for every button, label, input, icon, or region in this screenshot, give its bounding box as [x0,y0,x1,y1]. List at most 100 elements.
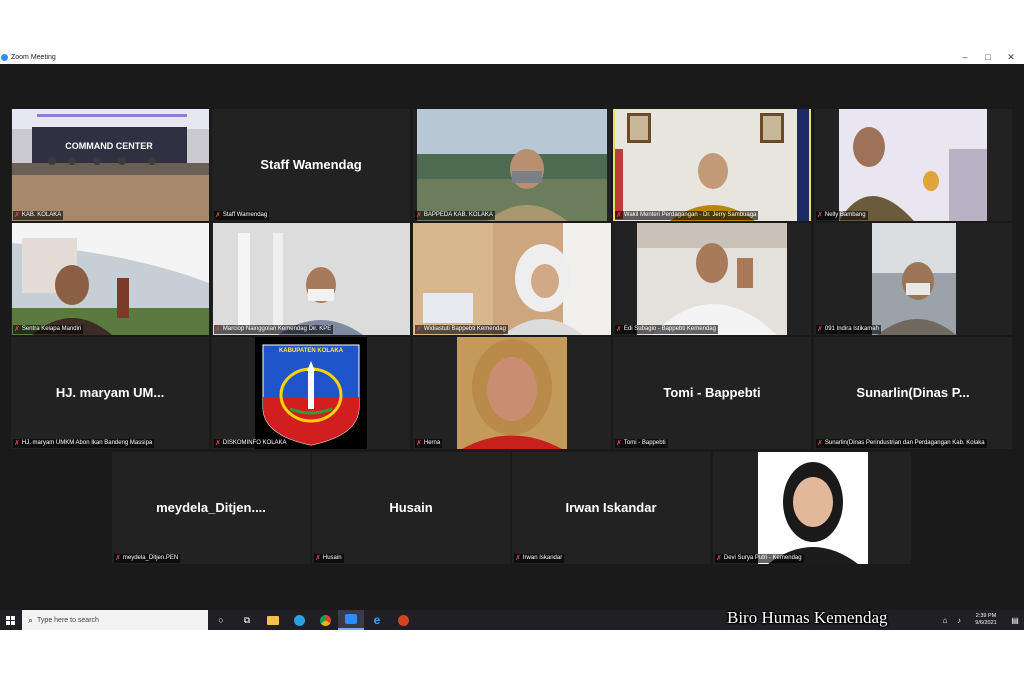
participant-tile[interactable]: KABUPATEN KOLAKA ✗ DISKOMINFO KOLAKA [212,337,410,449]
mic-muted-icon: ✗ [616,440,622,447]
video-feed-person [457,337,567,449]
mic-muted-icon: ✗ [14,440,20,447]
mic-muted-icon: ✗ [716,555,722,562]
participant-display-name: Sunarlin(Dinas P... [856,385,970,400]
participant-tile[interactable]: ✗ BAPPEDA KAB. KOLAKA [413,109,611,221]
kolaka-emblem: KABUPATEN KOLAKA [255,337,367,449]
search-placeholder: Type here to search [37,616,99,624]
participant-tile[interactable]: ✗ Sentra Kelapa Mandiri [11,223,209,335]
participant-display-name: Tomi - Bappebti [663,385,761,400]
task-view-icon[interactable]: ⧉ [234,610,260,630]
participant-name-label: ✗ Edi Subagio - Bappebti Kemendag [615,325,718,334]
participant-tile[interactable]: ✗ Herna [413,337,611,449]
participant-tile[interactable]: COMMAND CENTER ✗ KAB. KOLAKA [11,109,209,221]
mic-muted-icon: ✗ [817,212,823,219]
participant-display-name: Staff Wamendag [260,157,362,172]
mic-muted-icon: ✗ [817,326,823,333]
taskbar-clock[interactable]: 2:39 PM 9/6/2021 [966,613,1006,627]
participant-tile[interactable]: Staff Wamendag ✗ Staff Wamendag [212,109,410,221]
participant-display-name: Husain [389,500,433,515]
participant-display-name: meydela_Ditjen.... [156,500,266,515]
participant-tile[interactable]: Irwan Iskandar ✗ Irwan Iskandar [512,452,710,564]
video-feed-person [758,452,868,564]
participant-name-label: ✗ Staff Wamendag [214,211,270,220]
edge-legacy-icon[interactable] [286,610,312,630]
window-titlebar: Zoom Meeting – □ ✕ [0,50,1024,64]
notifications-icon[interactable]: ▤ [1006,610,1024,630]
video-feed-person [413,223,611,335]
svg-text:COMMAND CENTER: COMMAND CENTER [65,141,153,151]
maximize-button[interactable]: □ [978,50,998,64]
participant-name-label: ✗ Marciop Nainggolan Kemendag Dir. KPE [214,325,334,334]
participant-tile[interactable]: ✗ Marciop Nainggolan Kemendag Dir. KPE [212,223,410,335]
participant-name-label: ✗ DISKOMINFO KOLAKA [214,439,289,448]
start-button[interactable] [0,610,20,630]
participant-name-label: ✗ Nelly Bambang [816,211,868,220]
mic-muted-icon: ✗ [14,326,20,333]
participant-name-label: ✗ Tomi - Bappebti [615,439,668,448]
participant-name-label: ✗ meydela_Ditjen.PEN [114,554,181,563]
video-feed-person [417,109,607,221]
file-explorer-icon[interactable] [260,610,286,630]
search-icon: ⌕ [28,614,34,625]
powerpoint-icon[interactable] [390,610,416,630]
video-feed-person [615,109,809,221]
mic-muted-icon: ✗ [515,555,521,562]
video-feed-person [213,223,410,335]
volume-icon[interactable]: ♪ [952,610,966,630]
participant-name-label: ✗ Herna [415,439,443,448]
mic-muted-icon: ✗ [817,440,823,447]
participant-display-name: HJ. maryam UM... [55,385,165,400]
participant-tile[interactable]: Tomi - Bappebti ✗ Tomi - Bappebti [613,337,811,449]
internet-explorer-icon[interactable]: e [364,610,390,630]
participant-tile[interactable]: HJ. maryam UM... ✗ HJ. maryam UMKM Abon I… [11,337,209,449]
video-feed-command-center: COMMAND CENTER [12,109,209,221]
video-feed-person [12,223,209,335]
zoom-taskbar-icon[interactable] [338,610,364,630]
windows-logo-icon [5,615,15,625]
participant-display-name: Irwan Iskandar [565,500,657,515]
participant-name-label: ✗ KAB. KOLAKA [13,211,64,220]
participant-tile[interactable]: ✗ Devi Surya Putri - Kemendag [713,452,911,564]
mic-muted-icon: ✗ [416,212,422,219]
mic-muted-icon: ✗ [315,555,321,562]
participant-name-label: ✗ 091 Indira Istikamah [816,325,881,334]
participant-name-label: ✗ Sunarlin(Dinas Perindustrian dan Perdag… [816,439,987,448]
participant-tile[interactable]: meydela_Ditjen.... ✗ meydela_Ditjen.PEN [112,452,310,564]
video-feed-person [637,223,787,335]
close-button[interactable]: ✕ [1001,50,1021,64]
participant-tile[interactable]: Husain ✗ Husain [312,452,510,564]
mic-muted-icon: ✗ [616,326,622,333]
mic-muted-icon: ✗ [14,212,20,219]
mic-muted-icon: ✗ [215,326,221,333]
minimize-button[interactable]: – [955,50,975,64]
video-feed-person [839,109,987,221]
network-icon[interactable]: ⌂ [938,610,952,630]
participant-name-label: ✗ Irwan Iskandar [514,554,565,563]
participant-name-label: ✗ Devi Surya Putri - Kemendag [715,554,804,563]
watermark-text: Biro Humas Kemendag [727,608,888,627]
chrome-icon[interactable] [312,610,338,630]
window-title: Zoom Meeting [11,53,56,61]
system-tray: ⌂ ♪ 2:39 PM 9/6/2021 ▤ [938,610,1024,630]
participant-tile-active-speaker[interactable]: ✗ Wakil Menteri Perdagangan - Dr. Jerry S… [613,109,811,221]
participant-tile[interactable]: Sunarlin(Dinas P... ✗ Sunarlin(Dinas Peri… [814,337,1012,449]
zoom-app-icon [1,53,8,61]
mic-muted-icon: ✗ [416,326,422,333]
participant-name-label: ✗ Sentra Kelapa Mandiri [13,325,84,334]
cortana-icon[interactable]: ○ [208,610,234,630]
mic-muted-icon: ✗ [215,440,221,447]
video-feed-person [872,223,956,335]
clock-date: 9/6/2021 [975,620,997,626]
participant-tile[interactable]: ✗ Widiastuti Bappebti Kemendag [413,223,611,335]
participant-tile[interactable]: ✗ Nelly Bambang [814,109,1012,221]
mic-muted-icon: ✗ [416,440,422,447]
emblem-text: KABUPATEN KOLAKA [279,348,344,354]
participant-name-label: ✗ Husain [314,554,344,563]
participant-tile[interactable]: ✗ 091 Indira Istikamah [814,223,1012,335]
mic-muted-icon: ✗ [616,212,622,219]
clock-time: 2:39 PM [975,613,997,619]
participant-tile[interactable]: ✗ Edi Subagio - Bappebti Kemendag [613,223,811,335]
taskbar-search-box[interactable]: ⌕ Type here to search [22,610,208,630]
participant-name-label: ✗ BAPPEDA KAB. KOLAKA [415,211,495,220]
